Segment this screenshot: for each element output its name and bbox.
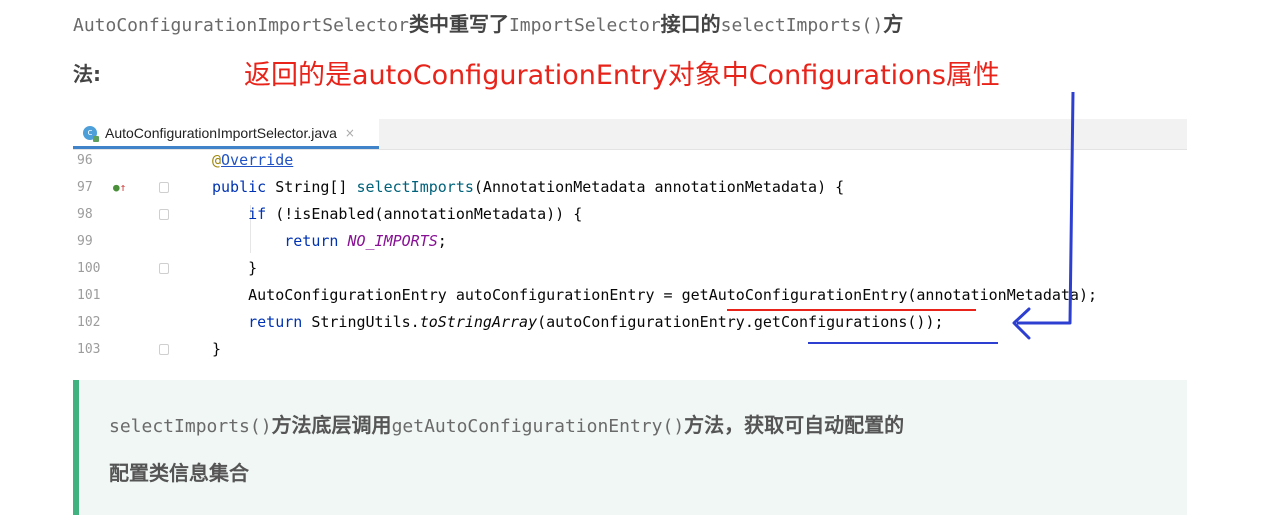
- note-method-code: selectImports(): [109, 416, 272, 437]
- note-text-3: 配置类信息集合: [109, 461, 249, 485]
- note-text-2: 方法，获取可自动配置的: [684, 413, 905, 437]
- note-text-1: 方法底层调用: [271, 413, 392, 437]
- note-method-code-2: getAutoConfigurationEntry(): [391, 416, 685, 437]
- note-block: selectImports()方法底层调用getAutoConfiguratio…: [73, 380, 1187, 515]
- note-text: selectImports()方法底层调用getAutoConfiguratio…: [109, 402, 1169, 496]
